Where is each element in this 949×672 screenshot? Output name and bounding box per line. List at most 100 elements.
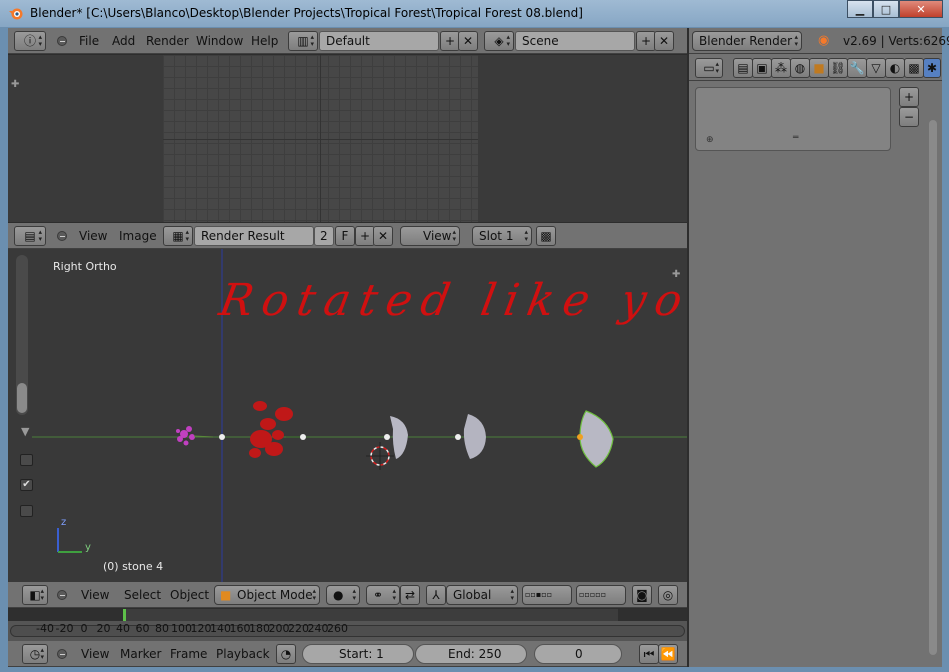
timeline-track[interactable] xyxy=(8,609,687,621)
object-tab-icon[interactable]: ■ xyxy=(809,58,829,78)
list-resize-grip-icon[interactable]: ═ xyxy=(793,133,798,143)
menu-render[interactable]: Render xyxy=(146,34,189,48)
menu-help[interactable]: Help xyxy=(251,34,278,48)
magenta-flower-object xyxy=(176,426,214,446)
new-image-button[interactable]: + xyxy=(355,226,375,246)
current-frame-marker[interactable] xyxy=(123,609,126,621)
start-frame-field[interactable]: Start: 1 xyxy=(302,644,414,664)
scene-tab-icon[interactable]: ⁂ xyxy=(771,58,791,78)
orientation-label: Global xyxy=(453,588,492,602)
timeline-area[interactable]: -40 -20 0 20 40 60 80 100 120 140 160 180 200 220 240 2… xyxy=(8,609,687,641)
menu-playback[interactable]: Playback xyxy=(216,647,270,661)
add-layout-button[interactable]: + xyxy=(440,31,460,51)
start-frame-label: Start: 1 xyxy=(339,647,384,661)
scene-icon[interactable]: ◈ ▴ ▾ xyxy=(484,31,514,51)
menu-file[interactable]: File xyxy=(79,34,99,48)
slot-dropdown[interactable]: Slot 1 ▴ ▾ xyxy=(472,226,532,246)
image-editor-header: ▤ ▴ ▾ View Image ▦ ▴ ▾ Render Result 2 F + ✕… xyxy=(8,223,687,249)
render-slot-icon[interactable]: ▩ xyxy=(536,226,556,246)
menu-image[interactable]: Image xyxy=(119,229,157,243)
close-window-button[interactable]: ✕ xyxy=(899,0,943,18)
menu-view[interactable]: View xyxy=(81,588,109,602)
add-scene-button[interactable]: + xyxy=(636,31,656,51)
collapse-menu-icon[interactable] xyxy=(57,231,67,241)
constraints-tab-icon[interactable]: ⛓ xyxy=(828,58,848,78)
menu-object[interactable]: Object xyxy=(170,588,209,602)
layers-grid[interactable]: ▫▫▪▫▫▫▫▫▫▫ xyxy=(522,585,572,605)
toolshelf-checkbox-checked[interactable]: ✔ xyxy=(20,479,33,491)
collapse-menu-icon[interactable] xyxy=(57,590,67,600)
out-of-range-region xyxy=(618,609,687,621)
render-layers-tab-icon[interactable]: ▣ xyxy=(752,58,772,78)
collapse-menu-icon[interactable] xyxy=(57,36,67,46)
image-name-field[interactable]: Render Result xyxy=(194,226,314,246)
viewport-shading-dropdown[interactable]: ● ▴ ▾ xyxy=(326,585,360,605)
current-frame-field[interactable]: 0 xyxy=(534,644,622,664)
mode-dropdown[interactable]: ■ Object Mode ▴ ▾ xyxy=(214,585,320,605)
add-slot-button[interactable]: + xyxy=(899,87,919,107)
modifiers-tab-icon[interactable]: 🔧 xyxy=(847,58,867,78)
image-editor-area[interactable]: ✚ xyxy=(8,55,687,222)
image-browse-icon[interactable]: ▦ ▴ ▾ xyxy=(163,226,193,246)
preview-range-icon[interactable]: ◔ xyxy=(276,644,296,664)
menu-marker[interactable]: Marker xyxy=(120,647,161,661)
pivot-point-dropdown[interactable]: ⚭ ▴ ▾ xyxy=(366,585,400,605)
editor-type-timeline-button[interactable]: ◷ ▴ ▾ xyxy=(22,644,48,664)
lock-layers-icon[interactable]: ◙ xyxy=(632,585,652,605)
render-engine-dropdown[interactable]: Blender Render ▴ ▾ xyxy=(692,31,802,51)
jump-to-start-button[interactable]: ⏮ xyxy=(639,644,659,664)
layout-name-field[interactable]: Default xyxy=(319,31,439,51)
toolshelf-toggle-icon[interactable]: ▼ xyxy=(21,425,29,438)
viewport-scrollbar[interactable] xyxy=(16,255,28,415)
material-tab-icon[interactable]: ◐ xyxy=(885,58,905,78)
toolshelf-checkbox[interactable] xyxy=(20,505,33,517)
menu-view[interactable]: View xyxy=(79,229,107,243)
maximize-button[interactable]: □ xyxy=(873,0,899,18)
area-add-icon[interactable]: ✚ xyxy=(672,269,680,280)
orientation-dropdown[interactable]: Global ▴ ▾ xyxy=(446,585,518,605)
image-axis-vertical xyxy=(320,55,321,222)
jump-back-keyframe-button[interactable]: ⏪ xyxy=(658,644,678,664)
end-frame-field[interactable]: End: 250 xyxy=(415,644,527,664)
data-tab-icon[interactable]: ▽ xyxy=(866,58,886,78)
menu-select[interactable]: Select xyxy=(124,588,161,602)
delete-scene-button[interactable]: ✕ xyxy=(654,31,674,51)
world-tab-icon[interactable]: ◍ xyxy=(790,58,810,78)
slot-dropdown-label: Slot 1 xyxy=(479,229,514,243)
transform-manipulator-icon[interactable]: ⅄ xyxy=(426,585,446,605)
editor-type-properties-button[interactable]: ▭ ▴ ▾ xyxy=(695,58,723,78)
menu-window[interactable]: Window xyxy=(196,34,243,48)
editor-type-info-button[interactable]: ⓘ ▴ ▾ xyxy=(14,31,46,51)
material-slots-list[interactable]: ⊕ ═ xyxy=(695,87,891,151)
particles-tab-icon[interactable]: ✱ xyxy=(923,58,941,78)
unlink-image-button[interactable]: ✕ xyxy=(373,226,393,246)
menu-frame[interactable]: Frame xyxy=(170,647,207,661)
view-dropdown[interactable]: View ▴ ▾ xyxy=(400,226,460,246)
minimize-button[interactable]: ▁ xyxy=(847,0,873,18)
fake-user-button[interactable]: F xyxy=(335,226,355,246)
render-tab-icon[interactable]: ▤ xyxy=(733,58,753,78)
menu-view[interactable]: View xyxy=(81,647,109,661)
render-preview-icon[interactable]: ◎ xyxy=(658,585,678,605)
3d-viewport[interactable]: Rotated like you do. Right Ortho (0) sto… xyxy=(8,249,687,582)
delete-layout-button[interactable]: ✕ xyxy=(458,31,478,51)
texture-tab-icon[interactable]: ▩ xyxy=(904,58,924,78)
area-add-icon[interactable]: ✚ xyxy=(11,79,19,90)
editor-type-image-button[interactable]: ▤ ▴ ▾ xyxy=(14,226,46,246)
remove-slot-button[interactable]: − xyxy=(899,107,919,127)
properties-scrollbar[interactable] xyxy=(929,120,937,655)
toolshelf-checkbox[interactable] xyxy=(20,454,33,466)
object-info-label: (0) stone 4 xyxy=(103,560,164,573)
screen-layout-icon[interactable]: ▥ ▴ ▾ xyxy=(288,31,318,51)
mode-dropdown-label: Object Mode xyxy=(237,588,313,602)
layers-grid-2[interactable]: ▫▫▫▫▫▫▫▫▫▫ xyxy=(576,585,626,605)
collapse-menu-icon[interactable] xyxy=(57,649,67,659)
scrollbar-thumb[interactable] xyxy=(17,383,27,413)
editor-type-3d-button[interactable]: ◧ ▴ ▾ xyxy=(22,585,48,605)
menu-add[interactable]: Add xyxy=(112,34,135,48)
list-add-icon[interactable]: ⊕ xyxy=(706,135,714,145)
scene-name-field[interactable]: Scene xyxy=(515,31,635,51)
properties-scrollbar-thumb[interactable] xyxy=(929,120,937,655)
manipulator-toggle-icon[interactable]: ⇄ xyxy=(400,585,420,605)
current-frame-label: 0 xyxy=(575,647,583,661)
